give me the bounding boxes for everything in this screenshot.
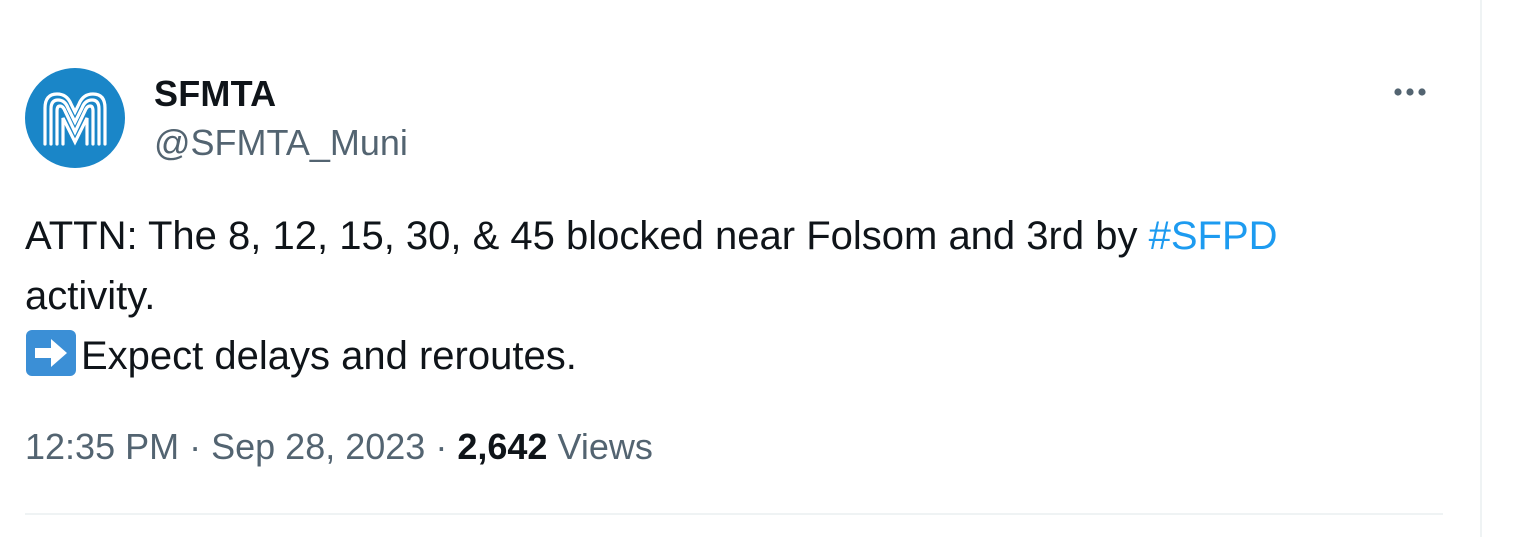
divider bbox=[25, 513, 1443, 515]
tweet-text-line-3: Expect delays and reroutes. bbox=[25, 326, 1445, 386]
tweet-text-line-1: ATTN: The 8, 12, 15, 30, & 45 blocked ne… bbox=[25, 206, 1445, 266]
views-label: Views bbox=[557, 426, 653, 467]
tweet-text-line-2: activity. bbox=[25, 274, 156, 318]
muni-logo-icon bbox=[43, 92, 107, 146]
views-count: 2,642 bbox=[457, 426, 548, 467]
author-handle[interactable]: @SFMTA_Muni bbox=[154, 121, 408, 165]
tweet-metadata: 12:35 PM · Sep 28, 2023 · 2,642 Views bbox=[25, 424, 653, 470]
tweet-text-segment: ATTN: The 8, 12, 15, 30, & 45 blocked ne… bbox=[25, 214, 1149, 258]
timeline-border bbox=[1480, 0, 1482, 537]
tweet-text-segment: Expect delays and reroutes. bbox=[81, 334, 577, 378]
more-options-button[interactable] bbox=[1388, 76, 1432, 108]
tweet-text: ATTN: The 8, 12, 15, 30, & 45 blocked ne… bbox=[25, 206, 1445, 386]
tweet-card: SFMTA @SFMTA_Muni ATTN: The 8, 12, 15, 3… bbox=[0, 0, 1480, 537]
meta-separator: · bbox=[435, 426, 448, 467]
tweet-date-link[interactable]: Sep 28, 2023 bbox=[211, 426, 425, 467]
avatar[interactable] bbox=[25, 68, 125, 168]
meta-separator: · bbox=[189, 426, 202, 467]
author-display-name[interactable]: SFMTA bbox=[154, 72, 276, 116]
right-arrow-emoji-icon bbox=[26, 330, 76, 376]
tweet-time-link[interactable]: 12:35 PM bbox=[25, 426, 179, 467]
hashtag-link[interactable]: #SFPD bbox=[1149, 214, 1278, 258]
more-horizontal-icon bbox=[1394, 88, 1426, 96]
